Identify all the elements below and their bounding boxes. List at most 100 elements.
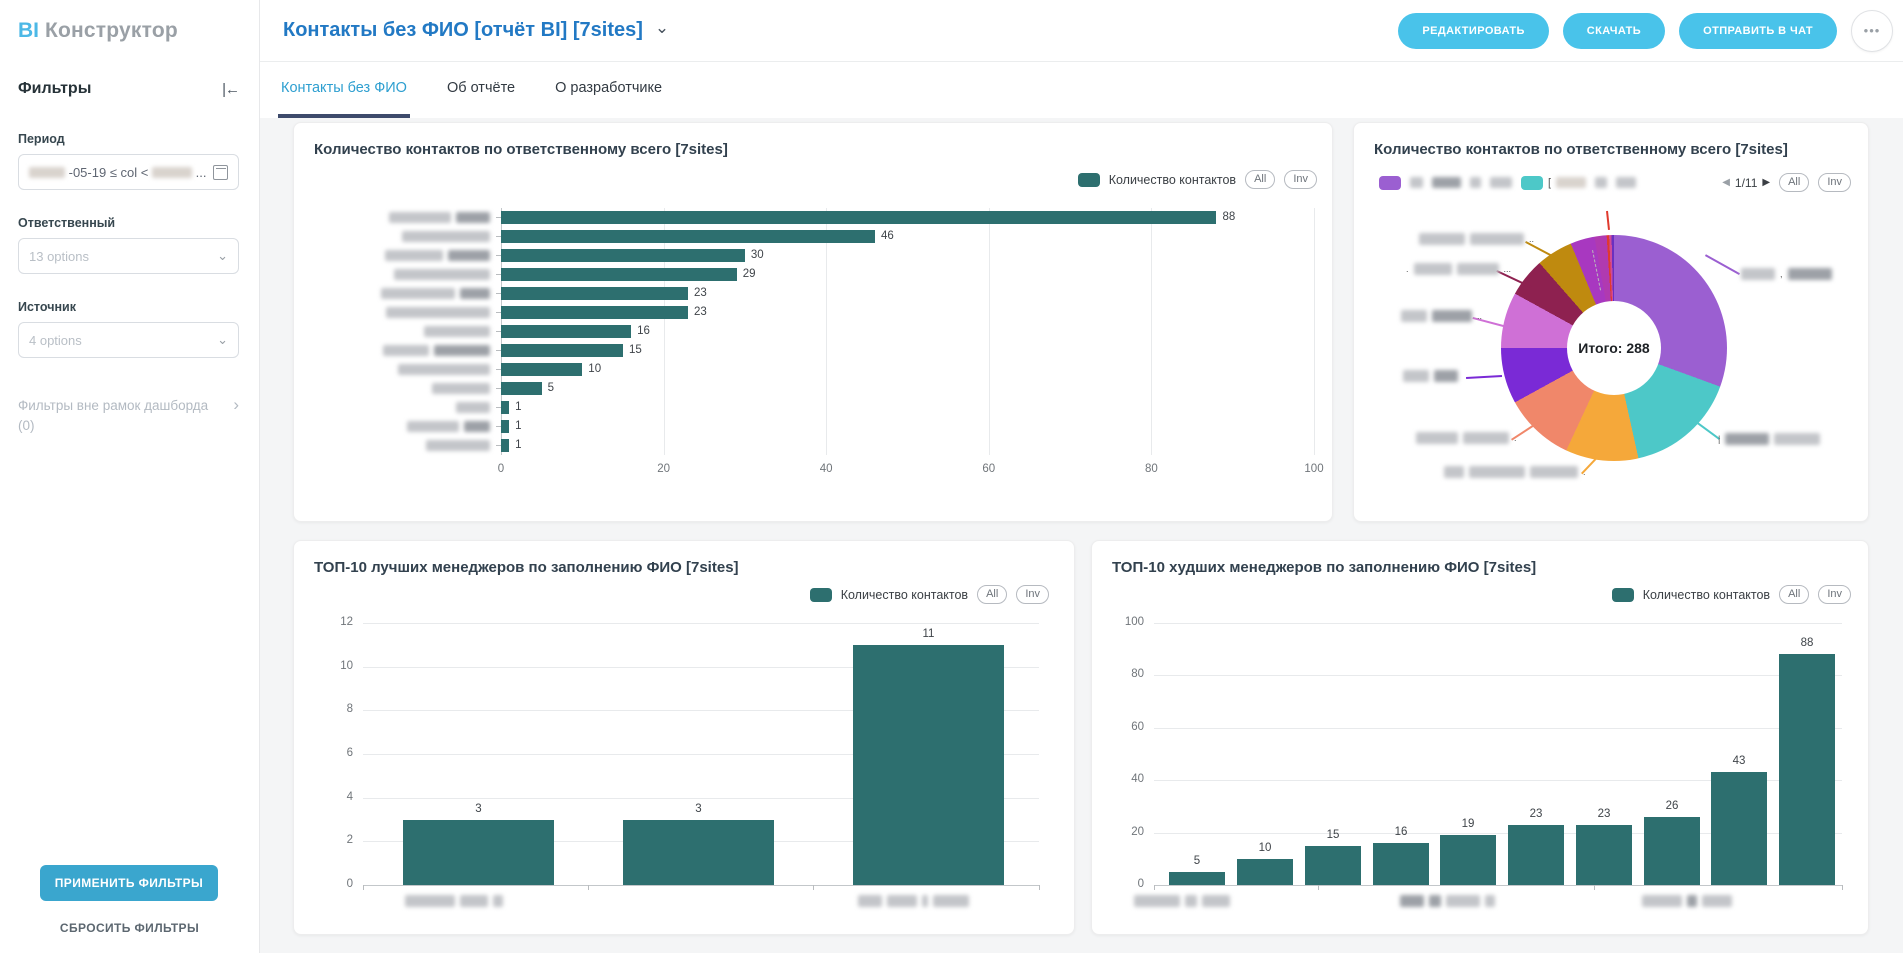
bar-value-label: 10 [1237,842,1293,854]
bar [501,439,509,452]
download-button[interactable]: СКАЧАТЬ [1563,13,1665,49]
gridline [363,623,1039,624]
collapse-sidebar-icon[interactable]: |← [222,81,239,98]
anonymized-category-blob [464,421,490,432]
bar-row: 23 [501,284,1314,303]
donut-labels-layer: ..........,| [1354,123,1868,521]
anonymized-text-blob [1419,233,1465,245]
bar [501,420,509,433]
legend-inv-button[interactable]: Inv [1818,585,1851,604]
gridline [1154,675,1842,676]
legend-inv-button[interactable]: Inv [1016,585,1049,604]
y-tick-label: 100 [1108,616,1144,628]
outer-filters-link[interactable]: Фильтры вне рамок дашборда (0) › [18,396,239,436]
apply-filters-button[interactable]: ПРИМЕНИТЬ ФИЛЬТРЫ [40,865,218,901]
anonymized-x-label [858,895,969,907]
category-label-row [294,246,498,265]
report-title-dropdown[interactable]: Контакты без ФИО [отчёт BI] [7sites] ⌄ [283,19,669,42]
bar [501,363,582,376]
bar-value-label: 1 [515,401,521,414]
label-fragment: | [1718,434,1720,444]
anonymized-text-blob [1463,432,1509,444]
bar [501,382,542,395]
period-range-input[interactable]: -05-19 ≤ col < ... [18,154,239,190]
bar-value-label: 23 [694,306,707,319]
category-label-row [294,227,498,246]
anonymized-x-label [1134,895,1230,907]
anonymized-text-blob [1429,895,1441,907]
leader-line [1685,413,1720,440]
legend-label: Количество контактов [1109,173,1236,187]
anonymized-text-blob [1741,268,1775,280]
send-to-chat-button[interactable]: ОТПРАВИТЬ В ЧАТ [1679,13,1837,49]
tab-contacts-without-name[interactable]: Контакты без ФИО [278,62,410,118]
source-select[interactable]: 4 options ⌄ [18,322,239,358]
bar [1373,843,1429,885]
filters-sidebar: Фильтры |← Период -05-19 ≤ col < ... Отв… [0,62,260,953]
bar [501,325,631,338]
masked-date-start [29,167,65,178]
y-tick-label: 12 [317,616,353,628]
y-tick-label: 0 [317,878,353,890]
anonymized-text-blob [1725,433,1769,445]
x-tick-label: 40 [820,463,833,475]
tab-about-developer[interactable]: О разработчике [552,62,665,118]
bar-row: 23 [501,303,1314,322]
logo-name: Конструктор [45,19,178,43]
bar-row: 1 [501,436,1314,455]
bar-value-label: 29 [743,268,756,281]
anonymized-category-blob [456,212,490,223]
outer-filters-text: Фильтры вне рамок дашборда (0) [18,396,208,436]
anonymized-text-blob [493,895,503,907]
anonymized-text-blob [1774,433,1820,445]
anonymized-label: .... [1406,263,1511,275]
axis-tick [1154,885,1155,890]
axis-tick [1318,885,1319,890]
more-options-button[interactable]: ••• [1851,10,1893,52]
legend-swatch [1612,588,1634,602]
legend-all-button[interactable]: All [1779,585,1809,604]
bar-row: 1 [501,398,1314,417]
chevron-down-icon: ⌄ [655,18,669,38]
content: Контакты без ФИО Об отчёте О разработчик… [260,62,1903,953]
chevron-right-icon: › [233,396,239,436]
owner-select[interactable]: 13 options ⌄ [18,238,239,274]
anonymized-text-blob [933,895,969,907]
anonymized-text-blob [1687,895,1697,907]
gridline [1154,728,1842,729]
report-title: Контакты без ФИО [отчёт BI] [7sites] [283,19,643,42]
legend-all-button[interactable]: All [1245,170,1275,189]
anonymized-category-blob [426,440,490,451]
x-tick-label: 20 [657,463,670,475]
anonymized-category-blob [386,307,490,318]
bar [403,820,554,886]
reset-filters-button[interactable]: СБРОСИТЬ ФИЛЬТРЫ [0,921,259,935]
anonymized-text-blob [1134,895,1180,907]
category-label-row [294,322,498,341]
y-tick-label: 0 [1108,878,1144,890]
bar-value-label: 43 [1711,755,1767,767]
category-label-row [294,436,498,455]
anonymized-text-blob [1434,370,1458,382]
bar [1779,654,1835,885]
bar-value-label: 15 [629,344,642,357]
topbar-main: Контакты без ФИО [отчёт BI] [7sites] ⌄ Р… [260,0,1903,62]
chart-card-top10-best-managers: ТОП-10 лучших менеджеров по заполнению Ф… [293,540,1075,935]
bar-row: 5 [501,379,1314,398]
x-tick-label: 80 [1145,463,1158,475]
bar [501,344,623,357]
anonymized-text-blob [1432,310,1472,322]
chart-title: ТОП-10 лучших менеджеров по заполнению Ф… [314,559,739,576]
sidebar-header: Фильтры |← [18,80,239,98]
edit-button[interactable]: РЕДАКТИРОВАТЬ [1398,13,1548,49]
tab-about-report[interactable]: Об отчёте [444,62,518,118]
category-labels-anonymized [294,208,498,455]
bar [1576,825,1632,885]
logo-bi: BI [18,19,39,43]
bar [501,401,509,414]
legend-inv-button[interactable]: Inv [1284,170,1317,189]
legend-all-button[interactable]: All [977,585,1007,604]
gridline [1154,623,1842,624]
axis-tick [1842,885,1843,890]
y-tick-label: 20 [1108,826,1144,838]
